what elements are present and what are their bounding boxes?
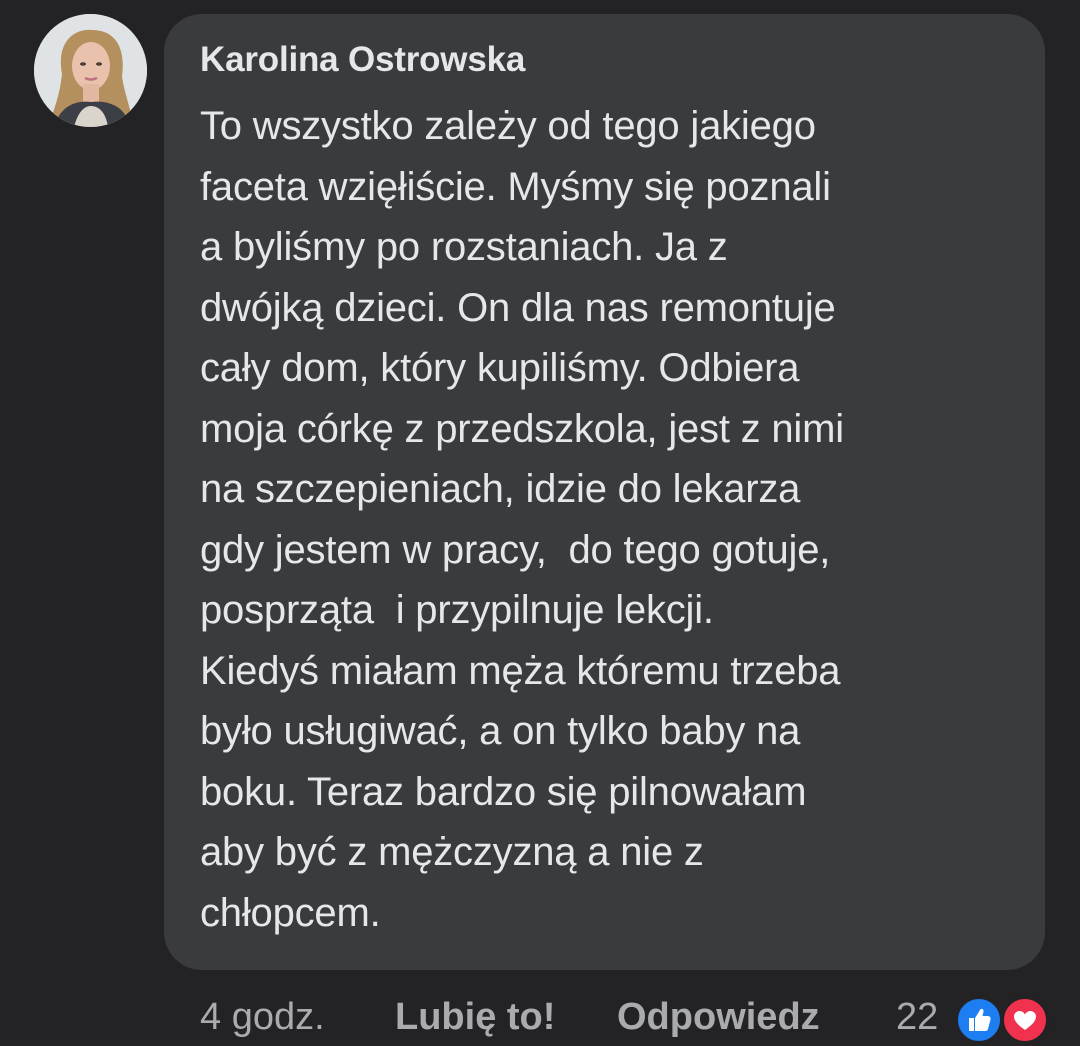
avatar[interactable]	[34, 14, 147, 127]
comment-timestamp[interactable]: 4 godz.	[200, 992, 325, 1042]
avatar-photo	[34, 14, 147, 127]
comment-author[interactable]: Karolina Ostrowska	[200, 38, 1025, 82]
comment-actions: 4 godz. Lubię to! Odpowiedz 22	[0, 992, 1080, 1044]
reaction-count[interactable]: 22	[896, 992, 938, 1042]
comment-bubble: Karolina Ostrowska To wszystko zależy od…	[164, 14, 1045, 970]
comment-text: To wszystko zależy od tego jakiego facet…	[200, 104, 844, 935]
love-icon[interactable]	[1001, 996, 1049, 1044]
like-icon[interactable]	[955, 996, 1003, 1044]
like-button[interactable]: Lubię to!	[395, 992, 555, 1042]
reply-button[interactable]: Odpowiedz	[617, 992, 820, 1042]
